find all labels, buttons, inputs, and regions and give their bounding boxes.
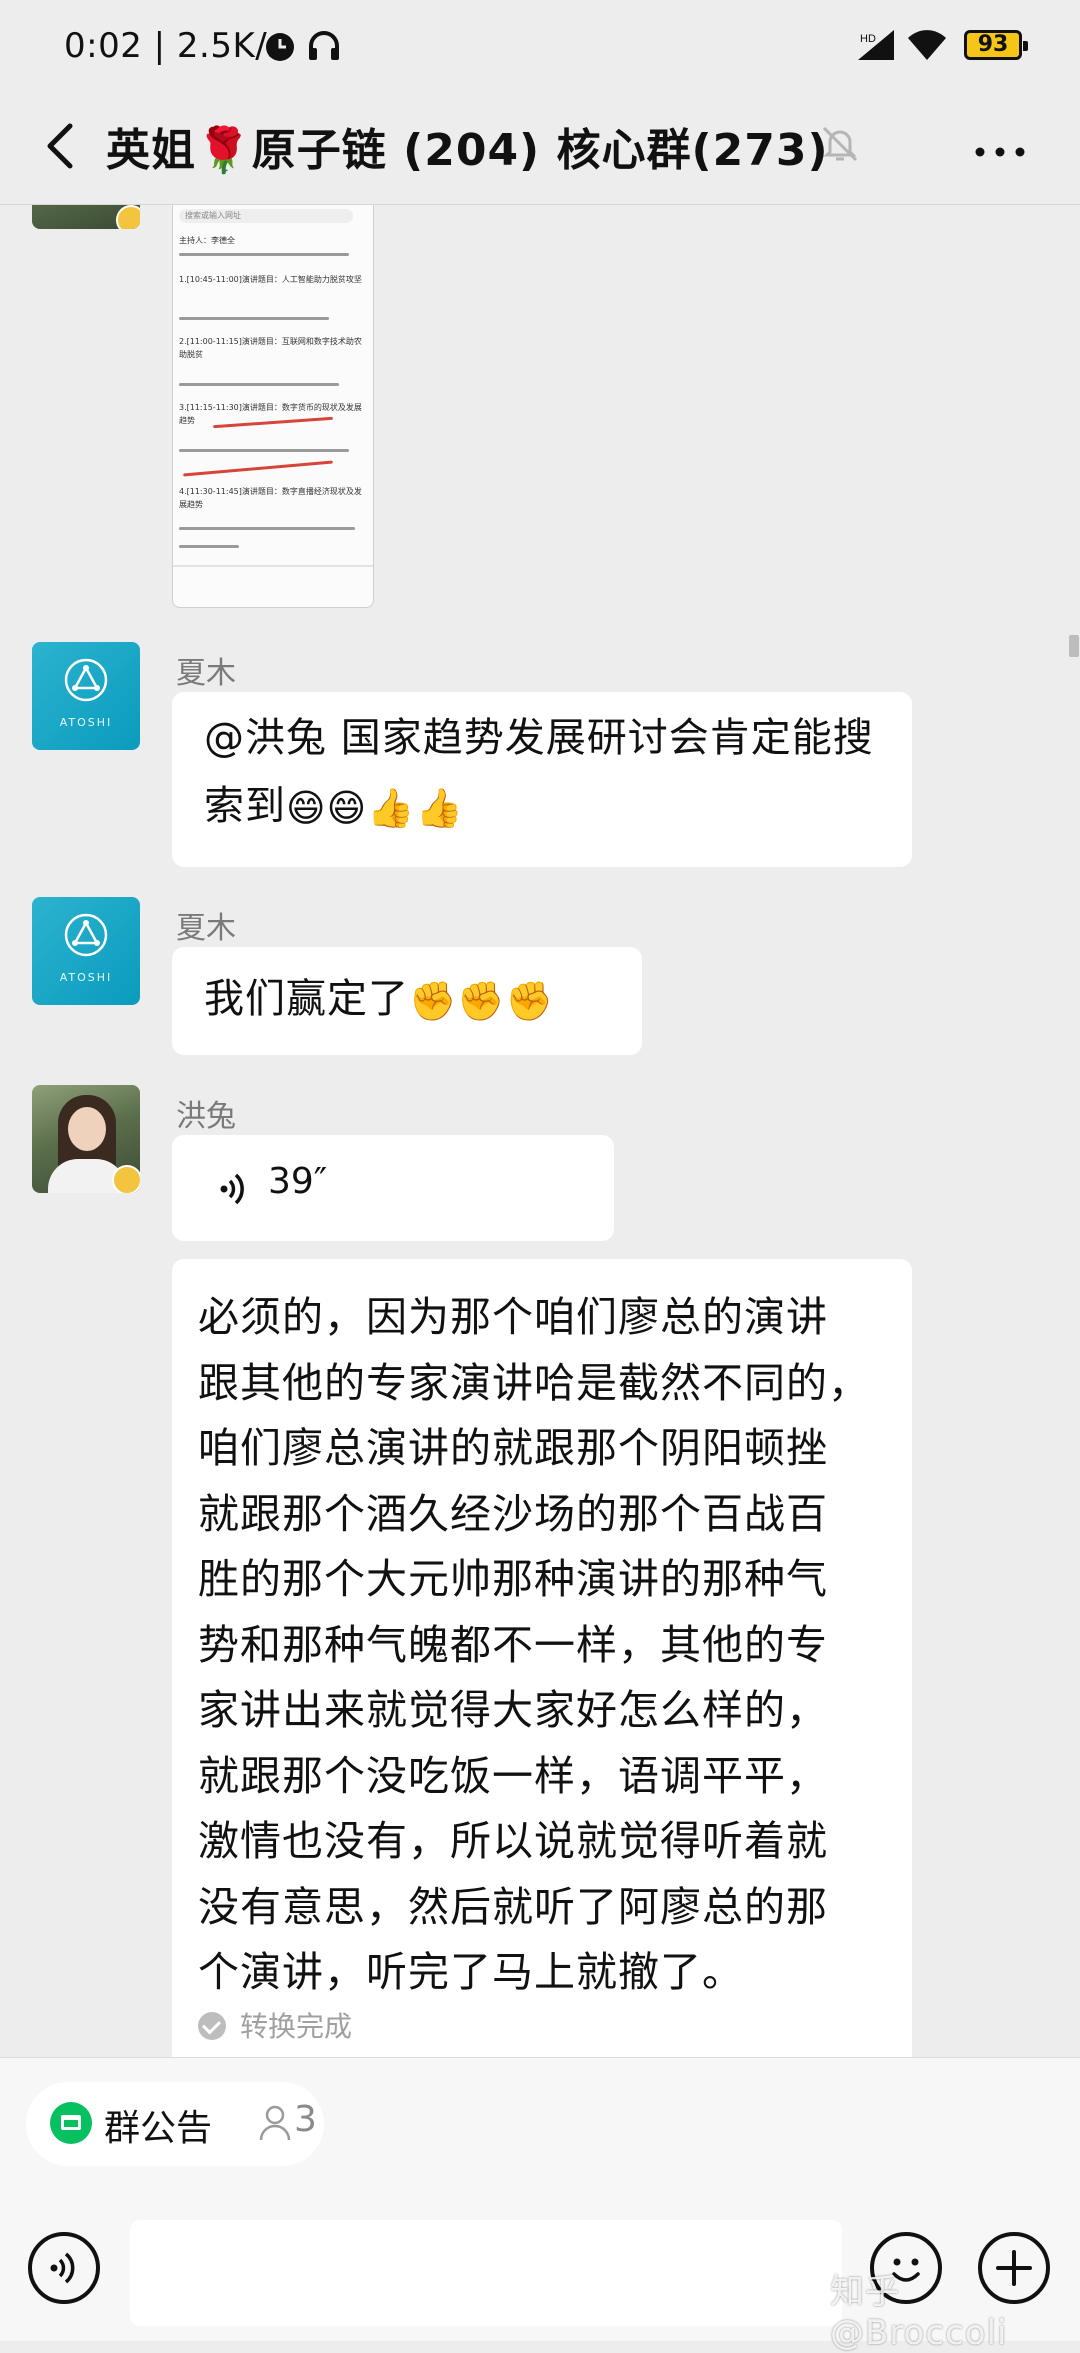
avatar-badge — [112, 1165, 140, 1193]
image-text-line — [179, 545, 239, 548]
image-text-line — [179, 449, 349, 452]
avatar-brand-text: ATOSHI — [59, 716, 113, 729]
wifi-icon — [908, 30, 946, 60]
grin-emoji: 😄 — [326, 786, 368, 830]
voice-message-bubble[interactable]: 39″ — [172, 1135, 614, 1241]
image-line: 2.[11:00-11:15]演讲题目：互联网和数字技术助农助脱贫 — [179, 337, 362, 359]
message-bubble[interactable]: @洪兔 国家趋势发展研讨会肯定能搜索到😄😄👍👍 — [172, 692, 912, 867]
transcript-line: 必须的，因为那个咱们廖总的演讲 — [198, 1293, 828, 1341]
image-search-bar: 搜索或输入网址 — [179, 209, 353, 223]
voice-transcript-bubble[interactable]: 必须的，因为那个咱们廖总的演讲 跟其他的专家演讲哈是截然不同的， 咱们廖总演讲的… — [172, 1259, 912, 2057]
image-line: 主持人：李德全 — [179, 236, 235, 245]
alarm-icon — [266, 33, 294, 61]
thumbs-up-emoji: 👍 — [415, 786, 464, 830]
transcript-status-text: 转换完成 — [240, 2010, 353, 2043]
thumbs-up-emoji: 👍 — [367, 786, 416, 830]
signal-icon: HD — [858, 30, 894, 60]
svg-text:HD: HD — [860, 33, 876, 45]
group-notice-chip[interactable]: 群公告 3 — [26, 2082, 324, 2166]
avatar[interactable]: ATOSHI — [32, 642, 140, 750]
person-icon — [259, 2105, 291, 2141]
voice-wave-icon — [50, 2252, 75, 2284]
transcript-line: 势和那种气魄都不一样，其他的专 — [198, 1620, 828, 1669]
status-bar: 0:02 | 2.5K/s HD 93 — [0, 0, 1080, 92]
notice-icon — [50, 2102, 92, 2144]
group-notice-label: 群公告 — [104, 2108, 213, 2149]
back-arrow-icon[interactable] — [30, 114, 94, 178]
fist-emoji: ✊ — [409, 979, 458, 1023]
voice-input-button[interactable] — [28, 2232, 100, 2304]
avatar-face-front — [68, 1107, 106, 1151]
message-list[interactable]: 搜索或输入网址 主持人：李德全 1.[10:45-11:00]演讲题目：人工智能… — [0, 205, 1080, 2057]
message-text: @洪兔 国家趋势发展研讨会肯定能搜索到😄😄👍👍 — [204, 704, 884, 842]
fist-emoji: ✊ — [457, 979, 506, 1023]
avatar-badge — [116, 205, 140, 229]
avatar[interactable]: ATOSHI — [32, 897, 140, 1005]
transcript-line: 没有意思，然后就听了阿廖总的那 — [198, 1882, 828, 1931]
transcript-line: 跟其他的专家演讲哈是截然不同的， — [198, 1358, 870, 1407]
image-browser-toolbar — [173, 565, 373, 567]
mute-bell-icon — [822, 126, 858, 162]
message-input[interactable] — [130, 2220, 842, 2326]
transcript-line: 就跟那个酒久经沙场的那个百战百 — [198, 1489, 828, 1538]
grin-emoji: 😄 — [286, 786, 327, 830]
chat-header: 英姐🌹原子链 (204) 核心群(273) — [0, 92, 1080, 205]
status-time: 0:02 | 2.5K/s — [64, 26, 286, 66]
sender-name: 洪兔 — [176, 1099, 236, 1134]
transcript-line: 激情也没有，所以说就觉得听着就 — [198, 1817, 828, 1865]
notice-count: 3 — [294, 2099, 317, 2140]
voice-wave-icon — [220, 1173, 244, 1205]
highlight-underline — [183, 460, 333, 477]
scrollbar-thumb[interactable] — [1069, 635, 1079, 657]
more-dots-icon[interactable] — [970, 122, 1030, 182]
transcript-line: 家讲出来就觉得大家好怎么样的， — [198, 1686, 828, 1734]
message-bubble[interactable]: 我们赢定了✊✊✊ — [172, 947, 642, 1055]
atoshi-logo-icon — [64, 913, 108, 957]
transcript-line: 胜的那个大元帅那种演讲的那种气 — [198, 1555, 828, 1603]
image-text-line — [179, 253, 349, 256]
avatar[interactable] — [32, 205, 140, 229]
headset-icon — [309, 31, 339, 60]
sender-name: 夏木 — [176, 911, 236, 946]
battery-indicator: 93 — [964, 30, 1028, 60]
image-line: 4.[11:30-11:45]演讲题目：数字直播经济现状及发展趋势 — [179, 487, 362, 509]
transcript-line: 个演讲，听完了马上就撤了。 — [198, 1948, 744, 1996]
transcript-line: 咱们廖总演讲的就跟那个阴阳顿挫 — [198, 1424, 828, 1472]
message-text: 我们赢定了✊✊✊ — [204, 965, 614, 1035]
image-text-line — [179, 527, 355, 530]
shared-image[interactable]: 搜索或输入网址 主持人：李德全 1.[10:45-11:00]演讲题目：人工智能… — [172, 205, 374, 608]
voice-duration: 39″ — [268, 1161, 328, 1202]
image-text-line — [179, 383, 339, 386]
chat-title: 英姐🌹原子链 (204) 核心群(273) — [106, 125, 829, 176]
image-text-line — [179, 317, 329, 320]
transcript-line: 就跟那个没吃饭一样，语调平平， — [198, 1751, 828, 1800]
message-text-content: 我们赢定了 — [204, 976, 409, 1022]
check-circle-icon — [198, 2012, 226, 2040]
image-line: 1.[10:45-11:00]演讲题目：人工智能助力脱贫攻坚 — [179, 275, 362, 284]
avatar[interactable] — [32, 1085, 140, 1193]
atoshi-logo-icon — [64, 658, 108, 702]
sender-name: 夏木 — [176, 656, 236, 691]
fist-emoji: ✊ — [505, 979, 554, 1023]
avatar-brand-text: ATOSHI — [59, 971, 113, 984]
transcript-status: 转换完成 — [198, 2005, 352, 2045]
